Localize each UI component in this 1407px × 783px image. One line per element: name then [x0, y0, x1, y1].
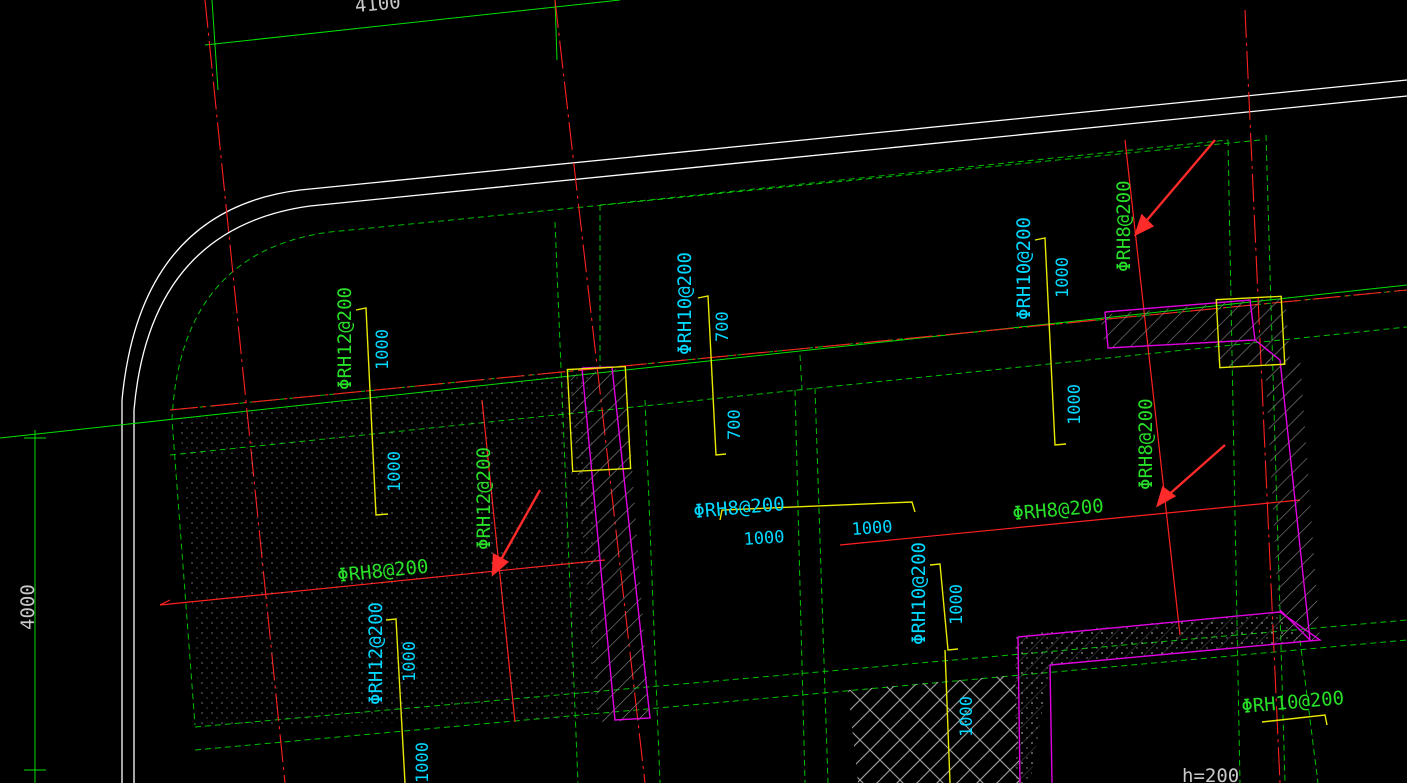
- label-middle-lower-vertical[interactable]: ΦRH10@200: [908, 542, 930, 645]
- label-far-right-bottom[interactable]: ΦRH10@200: [1241, 687, 1345, 718]
- len-right-top-lower: 1000: [1065, 384, 1085, 425]
- label-right-top-cyan[interactable]: ΦRH10@200: [1013, 217, 1035, 320]
- len-middle-lowest: 1000: [957, 696, 977, 737]
- drawing[interactable]: 4100 4000 h=200 ΦRH12@200 ΦRH12@200 ΦRH1…: [0, 0, 1407, 783]
- label-left-top-vertical[interactable]: ΦRH12@200: [334, 287, 356, 390]
- len-middle-top-upper: 700: [713, 311, 733, 342]
- label-middle-top-vertical[interactable]: ΦRH10@200: [674, 252, 696, 355]
- len-left-top-lower: 1000: [385, 451, 405, 492]
- label-right-middle-green[interactable]: ΦRH8@200: [1135, 398, 1157, 490]
- len-left-bottom: 1000: [400, 641, 420, 682]
- len-left-top-upper: 1000: [373, 329, 393, 370]
- label-left-bottom-vertical[interactable]: ΦRH12@200: [365, 602, 387, 705]
- label-right-top-green[interactable]: ΦRH8@200: [1113, 180, 1135, 272]
- label-left-middle-vertical[interactable]: ΦRH12@200: [473, 447, 495, 550]
- len-left-bottom-cut: 1000: [413, 742, 433, 783]
- dim-left: 4000: [17, 584, 39, 630]
- cad-canvas[interactable]: 4100 4000 h=200 ΦRH12@200 ΦRH12@200 ΦRH1…: [0, 0, 1407, 783]
- len-right-top-upper: 1000: [1053, 257, 1073, 298]
- dim-bottom-right: h=200: [1182, 765, 1239, 783]
- dim-top: 4100: [354, 0, 402, 17]
- label-middle-horizontal[interactable]: ΦRH8@200: [693, 493, 786, 523]
- len-middle-horizontal-right: 1000: [851, 517, 893, 540]
- len-middle-horizontal-left: 1000: [743, 527, 785, 550]
- len-middle-top-lower: 700: [725, 409, 745, 440]
- len-middle-lower: 1000: [947, 584, 967, 625]
